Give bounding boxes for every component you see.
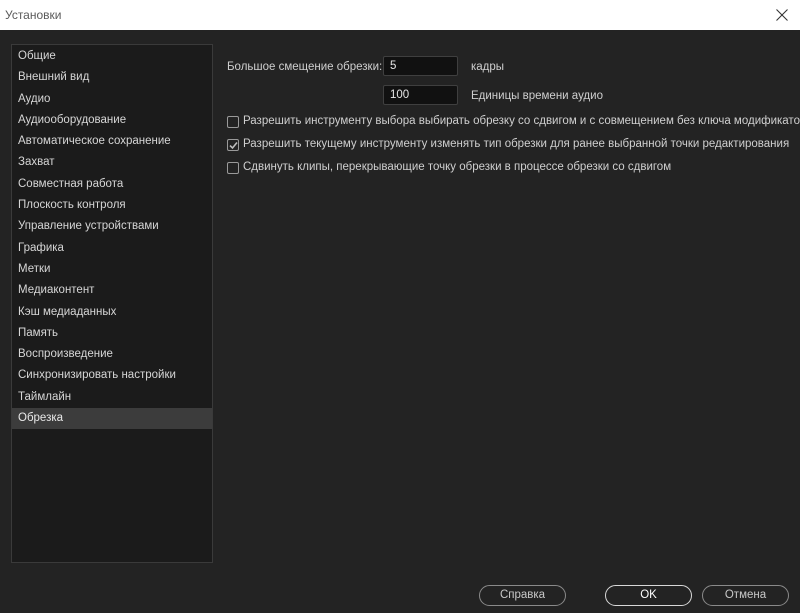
close-button[interactable] bbox=[764, 0, 800, 30]
checkbox-shift-overlapping-clips[interactable] bbox=[227, 162, 239, 174]
checkbox-current-tool-trim-type[interactable] bbox=[227, 139, 239, 151]
trim-settings-panel: Большое смещение обрезки: кадры Единицы … bbox=[227, 48, 800, 198]
cancel-button[interactable]: Отмена bbox=[702, 585, 789, 606]
sidebar-item-general[interactable]: Общие bbox=[12, 46, 212, 67]
sidebar-item-audio-hardware[interactable]: Аудиооборудование bbox=[12, 110, 212, 131]
large-trim-offset-label: Большое смещение обрезки: bbox=[227, 61, 383, 73]
title-bar: Установки bbox=[0, 0, 800, 30]
sidebar-item-collaboration[interactable]: Совместная работа bbox=[12, 174, 212, 195]
frames-unit-label: кадры bbox=[471, 61, 505, 73]
frames-offset-field[interactable] bbox=[383, 56, 458, 76]
category-sidebar: Общие Внешний вид Аудио Аудиооборудовани… bbox=[11, 44, 213, 563]
audio-offset-field[interactable] bbox=[383, 85, 458, 105]
sidebar-item-capture[interactable]: Захват bbox=[12, 152, 212, 173]
preferences-window: Установки Общие Внешний вид Аудио Аудиоо… bbox=[0, 0, 800, 613]
sidebar-item-device-control[interactable]: Управление устройствами bbox=[12, 216, 212, 237]
option-label: Разрешить инструменту выбора выбирать об… bbox=[243, 115, 800, 127]
sidebar-item-timeline[interactable]: Таймлайн bbox=[12, 387, 212, 408]
sidebar-item-memory[interactable]: Память bbox=[12, 323, 212, 344]
option-label: Сдвинуть клипы, перекрывающие точку обре… bbox=[243, 161, 672, 173]
help-button[interactable]: Справка bbox=[479, 585, 566, 606]
sidebar-item-playback[interactable]: Воспроизведение bbox=[12, 344, 212, 365]
close-icon bbox=[776, 9, 788, 21]
sidebar-item-control-surface[interactable]: Плоскость контроля bbox=[12, 195, 212, 216]
checkbox-selection-tool-ripple-roll[interactable] bbox=[227, 116, 239, 128]
sidebar-item-media[interactable]: Медиаконтент bbox=[12, 280, 212, 301]
sidebar-item-labels[interactable]: Метки bbox=[12, 259, 212, 280]
sidebar-item-trim[interactable]: Обрезка bbox=[12, 408, 212, 430]
checkmark-icon bbox=[229, 141, 238, 150]
category-list: Общие Внешний вид Аудио Аудиооборудовани… bbox=[12, 46, 212, 430]
audio-unit-label: Единицы времени аудио bbox=[471, 90, 603, 102]
sidebar-item-auto-save[interactable]: Автоматическое сохранение bbox=[12, 131, 212, 152]
sidebar-item-graphics[interactable]: Графика bbox=[12, 238, 212, 259]
window-title: Установки bbox=[5, 8, 62, 22]
option-label: Разрешить текущему инструменту изменять … bbox=[243, 138, 790, 150]
sidebar-item-media-cache[interactable]: Кэш медиаданных bbox=[12, 302, 212, 323]
sidebar-item-appearance[interactable]: Внешний вид bbox=[12, 67, 212, 88]
sidebar-item-audio[interactable]: Аудио bbox=[12, 89, 212, 110]
sidebar-item-sync-settings[interactable]: Синхронизировать настройки bbox=[12, 365, 212, 386]
ok-button[interactable]: OK bbox=[605, 585, 692, 606]
